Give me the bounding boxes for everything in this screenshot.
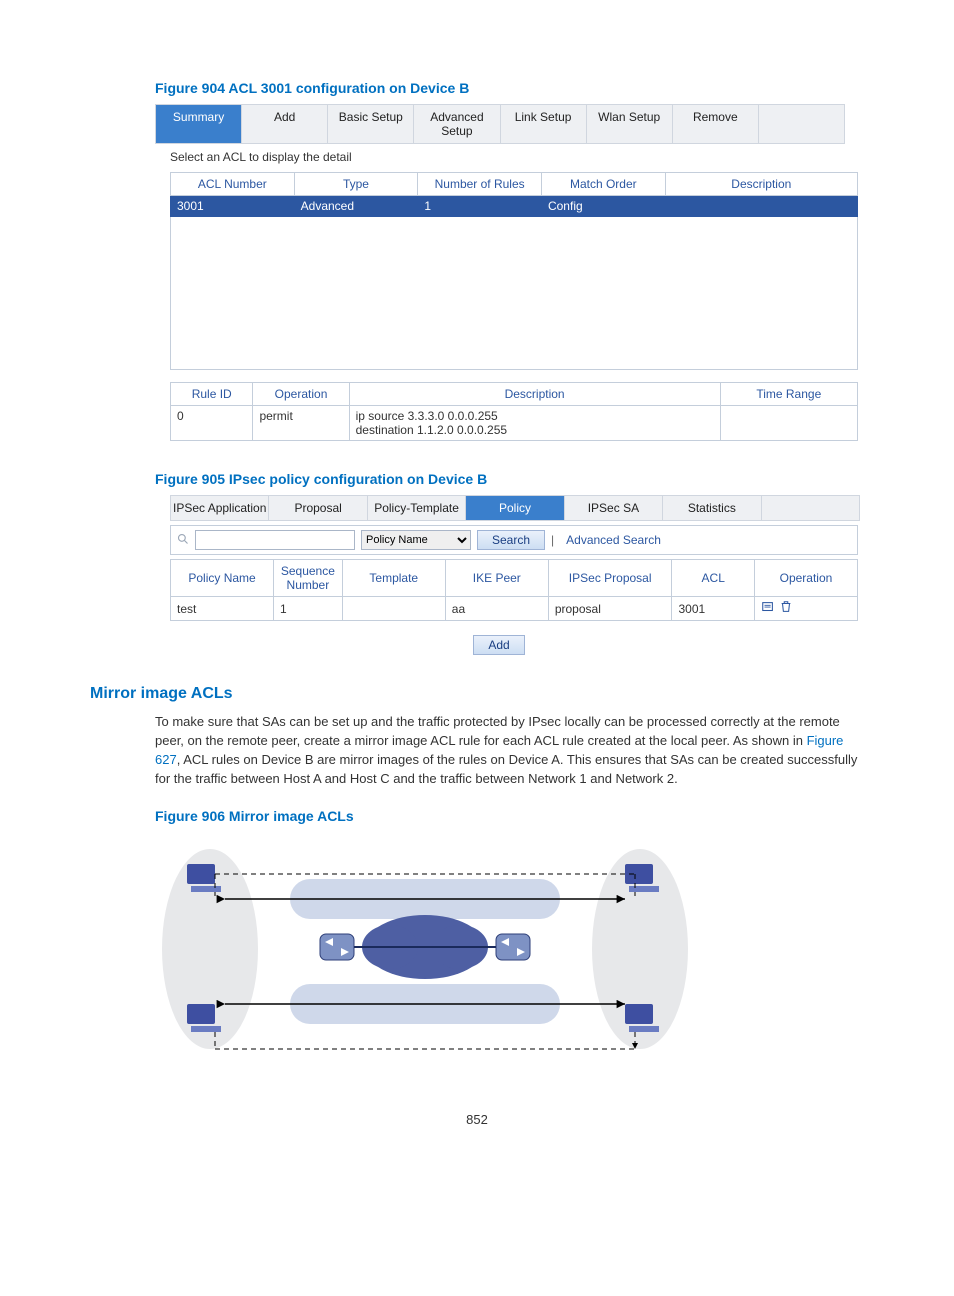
policy-search-input[interactable] bbox=[195, 530, 355, 550]
acl-row-selected[interactable]: 3001 Advanced 1 Config bbox=[171, 196, 858, 217]
acl-list-empty-area bbox=[171, 217, 858, 370]
add-policy-button[interactable]: Add bbox=[473, 635, 524, 655]
col-template[interactable]: Template bbox=[342, 560, 445, 597]
rule-time-cell bbox=[720, 406, 857, 441]
col-rule-desc[interactable]: Description bbox=[349, 383, 720, 406]
policy-proposal-cell: proposal bbox=[548, 597, 672, 621]
tab-remove[interactable]: Remove bbox=[673, 105, 759, 143]
para-suffix: , ACL rules on Device B are mirror image… bbox=[155, 752, 857, 786]
figure-905-caption: Figure 905 IPsec policy configuration on… bbox=[155, 471, 864, 487]
router-left-icon bbox=[320, 934, 354, 960]
tab-basic-setup[interactable]: Basic Setup bbox=[328, 105, 414, 143]
col-acl-rules[interactable]: Number of Rules bbox=[418, 173, 542, 196]
rule-desc-line1: ip source 3.3.3.0 0.0.0.255 bbox=[356, 409, 714, 423]
delete-icon[interactable] bbox=[779, 600, 793, 614]
tab-wlan-setup[interactable]: Wlan Setup bbox=[587, 105, 673, 143]
policy-seq-cell: 1 bbox=[274, 597, 343, 621]
col-operation[interactable]: Operation bbox=[754, 560, 857, 597]
policy-op-cell bbox=[754, 597, 857, 621]
col-acl-type[interactable]: Type bbox=[294, 173, 418, 196]
rule-op-cell: permit bbox=[253, 406, 349, 441]
col-rule-op[interactable]: Operation bbox=[253, 383, 349, 406]
col-ike-peer[interactable]: IKE Peer bbox=[445, 560, 548, 597]
acl-order-cell: Config bbox=[541, 196, 665, 217]
figure-904-caption: Figure 904 ACL 3001 configuration on Dev… bbox=[155, 80, 864, 96]
acl-list-table: ACL Number Type Number of Rules Match Or… bbox=[170, 172, 858, 370]
tab-add[interactable]: Add bbox=[242, 105, 328, 143]
rule-id-cell: 0 bbox=[171, 406, 253, 441]
policy-search-field-select[interactable]: Policy Name bbox=[361, 530, 471, 550]
tab-link-setup[interactable]: Link Setup bbox=[501, 105, 587, 143]
col-acl[interactable]: ACL bbox=[672, 560, 754, 597]
col-acl-number[interactable]: ACL Number bbox=[171, 173, 295, 196]
policy-template-cell bbox=[342, 597, 445, 621]
policy-name-cell: test bbox=[171, 597, 274, 621]
policy-search-row: Policy Name Search | Advanced Search bbox=[170, 525, 858, 555]
policy-row[interactable]: test 1 aa proposal 3001 bbox=[171, 597, 858, 621]
ipsec-tabbar: IPSec Application Proposal Policy-Templa… bbox=[170, 495, 860, 521]
acl-number-cell: 3001 bbox=[171, 196, 295, 217]
edit-icon[interactable] bbox=[761, 600, 775, 614]
tab-summary[interactable]: Summary bbox=[156, 105, 242, 143]
section-mirror-acls-title: Mirror image ACLs bbox=[90, 685, 864, 703]
acl-rule-table: Rule ID Operation Description Time Range… bbox=[170, 382, 858, 441]
acl-desc-cell bbox=[665, 196, 857, 217]
col-policy-name[interactable]: Policy Name bbox=[171, 560, 274, 597]
router-right-icon bbox=[496, 934, 530, 960]
figure-906-caption: Figure 906 Mirror image ACLs bbox=[155, 808, 864, 824]
advanced-search-link[interactable]: Advanced Search bbox=[566, 533, 661, 547]
section-mirror-acls-para: To make sure that SAs can be set up and … bbox=[155, 713, 864, 788]
tab-statistics[interactable]: Statistics bbox=[663, 496, 761, 520]
col-sequence[interactable]: Sequence Number bbox=[274, 560, 343, 597]
para-prefix: To make sure that SAs can be set up and … bbox=[155, 714, 840, 748]
policy-acl-cell: 3001 bbox=[672, 597, 754, 621]
col-rule-time[interactable]: Time Range bbox=[720, 383, 857, 406]
page-number: 852 bbox=[90, 1112, 864, 1127]
acl-rules-cell: 1 bbox=[418, 196, 542, 217]
col-acl-desc[interactable]: Description bbox=[665, 173, 857, 196]
col-rule-id[interactable]: Rule ID bbox=[171, 383, 253, 406]
policy-table: Policy Name Sequence Number Template IKE… bbox=[170, 559, 858, 621]
tab-policy-template[interactable]: Policy-Template bbox=[368, 496, 466, 520]
tab-empty bbox=[759, 105, 844, 143]
search-icon bbox=[177, 533, 189, 548]
acl-hint: Select an ACL to display the detail bbox=[170, 150, 864, 164]
acl-tabbar: Summary Add Basic Setup Advanced Setup L… bbox=[155, 104, 845, 144]
tab-ipsec-sa[interactable]: IPSec SA bbox=[565, 496, 663, 520]
rule-row[interactable]: 0 permit ip source 3.3.3.0 0.0.0.255 des… bbox=[171, 406, 858, 441]
acl-type-cell: Advanced bbox=[294, 196, 418, 217]
mirror-acl-diagram bbox=[155, 834, 715, 1072]
tab-proposal[interactable]: Proposal bbox=[269, 496, 367, 520]
rule-desc-cell: ip source 3.3.3.0 0.0.0.255 destination … bbox=[349, 406, 720, 441]
tab-empty-2 bbox=[762, 496, 859, 520]
rule-desc-line2: destination 1.1.2.0 0.0.0.255 bbox=[356, 423, 714, 437]
policy-ike-cell: aa bbox=[445, 597, 548, 621]
search-button[interactable]: Search bbox=[477, 530, 545, 550]
tab-ipsec-application[interactable]: IPSec Application bbox=[171, 496, 269, 520]
col-ipsec-proposal[interactable]: IPSec Proposal bbox=[548, 560, 672, 597]
col-acl-order[interactable]: Match Order bbox=[541, 173, 665, 196]
tab-advanced-setup[interactable]: Advanced Setup bbox=[414, 105, 500, 143]
tab-policy[interactable]: Policy bbox=[466, 496, 564, 520]
